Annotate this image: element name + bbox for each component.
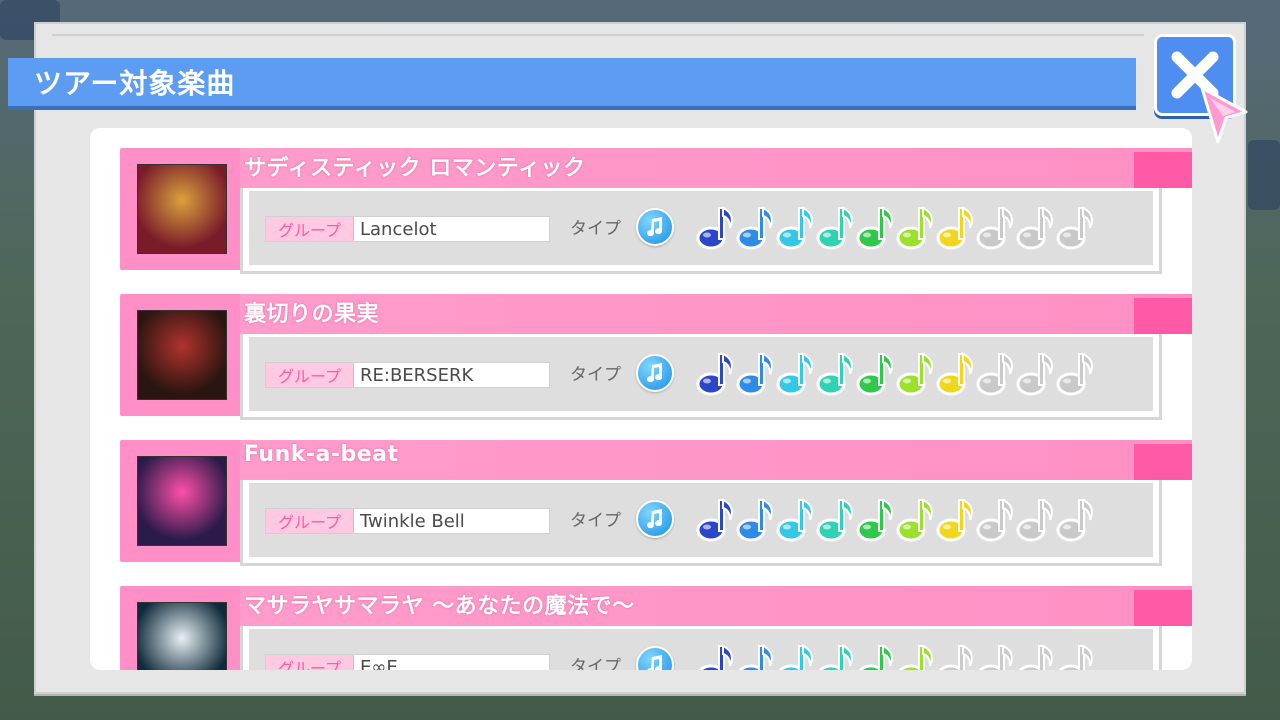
- difficulty-note-icon: [936, 206, 973, 250]
- song-title: サディスティック ロマンティック: [244, 156, 586, 181]
- difficulty-note-icon: [736, 498, 773, 542]
- difficulty-note-icon: [736, 352, 773, 396]
- type-label: タイプ: [570, 511, 621, 531]
- group-label: グループ: [266, 655, 354, 670]
- group-value: Twinkle Bell: [360, 510, 465, 532]
- song-jacket-image: [137, 164, 227, 254]
- difficulty-note-icon: [976, 352, 1013, 396]
- difficulty-note-icon: [856, 352, 893, 396]
- music-note-icon: [636, 354, 674, 392]
- group-value: Lancelot: [360, 218, 437, 240]
- group-label: グループ: [266, 363, 354, 387]
- group-label: グループ: [266, 217, 354, 241]
- difficulty-note-icon: [776, 498, 813, 542]
- song-jacket-image: [137, 310, 227, 400]
- difficulty-note-icon: [856, 206, 893, 250]
- difficulty-note-icon: [818, 644, 853, 670]
- difficulty-note-icon: [896, 352, 933, 396]
- difficulty-note-icon: [1018, 644, 1053, 670]
- group-field: グループ Twinkle Bell: [265, 508, 550, 534]
- difficulty-meter: [696, 348, 1096, 398]
- difficulty-note-icon: [1016, 352, 1053, 396]
- difficulty-note-icon: [776, 206, 813, 250]
- difficulty-note-icon: [856, 498, 893, 542]
- difficulty-note-icon: [898, 644, 933, 670]
- type-label: タイプ: [570, 219, 621, 239]
- difficulty-note-icon: [736, 206, 773, 250]
- pointer-cursor-icon: [1200, 86, 1248, 144]
- group-value: RE:BERSERK: [360, 364, 474, 386]
- difficulty-note-icon: [936, 352, 973, 396]
- difficulty-meter: [696, 494, 1096, 544]
- difficulty-note-icon: [738, 644, 773, 670]
- song-row[interactable]: Funk-a-beat グループ Twinkle Bell タイプ: [120, 440, 1192, 566]
- difficulty-note-icon: [1056, 498, 1093, 542]
- difficulty-note-icon: [938, 644, 973, 670]
- difficulty-note-icon: [1016, 206, 1053, 250]
- group-field: グループ RE:BERSERK: [265, 362, 550, 388]
- difficulty-note-icon: [816, 352, 853, 396]
- difficulty-note-icon: [778, 644, 813, 670]
- group-label: グループ: [266, 509, 354, 533]
- song-jacket-image: [137, 602, 227, 670]
- difficulty-note-icon: [1016, 498, 1053, 542]
- song-row[interactable]: サディスティック ロマンティック グループ Lancelot タイプ: [120, 148, 1192, 274]
- difficulty-note-icon: [858, 644, 893, 670]
- music-note-icon: [636, 208, 674, 246]
- difficulty-meter: [696, 640, 1096, 670]
- difficulty-note-icon: [696, 206, 733, 250]
- type-label: タイプ: [570, 657, 621, 670]
- song-row[interactable]: マサラヤサマラヤ ～あなたの魔法で～ グループ E∞E タイプ: [120, 586, 1192, 670]
- song-jacket-image: [137, 456, 227, 546]
- difficulty-note-icon: [696, 352, 733, 396]
- group-field: グループ E∞E: [265, 654, 550, 670]
- difficulty-note-icon: [1056, 206, 1093, 250]
- group-field: グループ Lancelot: [265, 216, 550, 242]
- song-list[interactable]: サディスティック ロマンティック グループ Lancelot タイプ 裏切りの果…: [90, 128, 1192, 670]
- difficulty-note-icon: [1058, 644, 1093, 670]
- difficulty-note-icon: [936, 498, 973, 542]
- type-label: タイプ: [570, 365, 621, 385]
- difficulty-note-icon: [1056, 352, 1093, 396]
- song-title: マサラヤサマラヤ ～あなたの魔法で～: [244, 594, 635, 619]
- difficulty-note-icon: [976, 206, 1013, 250]
- song-title: 裏切りの果実: [244, 302, 380, 327]
- dialog-title: ツアー対象楽曲: [34, 67, 236, 100]
- song-row[interactable]: 裏切りの果実 グループ RE:BERSERK タイプ: [120, 294, 1192, 420]
- difficulty-note-icon: [816, 498, 853, 542]
- difficulty-note-icon: [976, 498, 1013, 542]
- difficulty-note-icon: [776, 352, 813, 396]
- difficulty-meter: [696, 202, 1096, 252]
- dialog-title-bar: ツアー対象楽曲: [8, 58, 1136, 110]
- difficulty-note-icon: [896, 206, 933, 250]
- difficulty-note-icon: [816, 206, 853, 250]
- music-note-icon: [636, 500, 674, 538]
- difficulty-note-icon: [698, 644, 733, 670]
- difficulty-note-icon: [896, 498, 933, 542]
- difficulty-note-icon: [696, 498, 733, 542]
- difficulty-note-icon: [978, 644, 1013, 670]
- group-value: E∞E: [360, 656, 398, 671]
- song-title: Funk-a-beat: [244, 442, 399, 467]
- song-title-strip: [240, 294, 1192, 334]
